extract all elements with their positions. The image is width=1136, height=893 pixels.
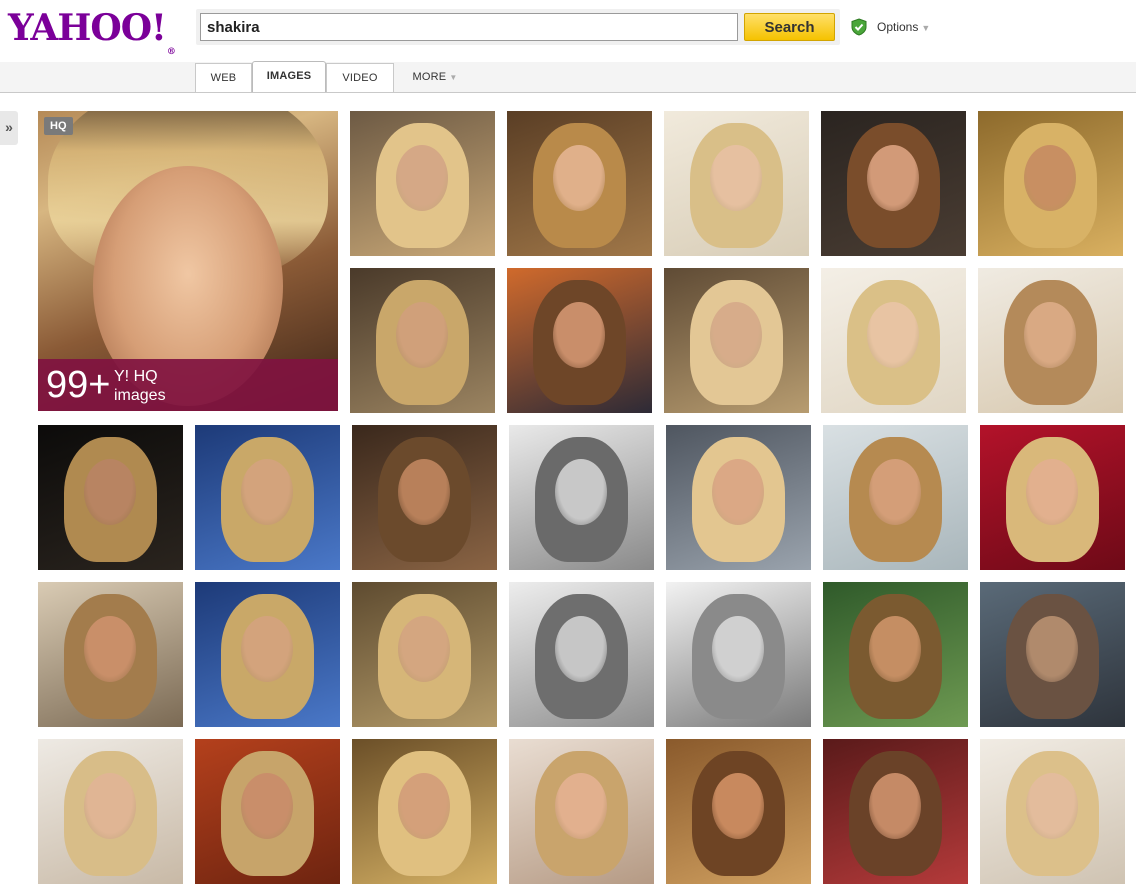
thumbnail-face [398,616,450,682]
image-result-thumbnail[interactable] [980,582,1125,727]
yahoo-logo[interactable]: YAHOO!® [8,7,176,57]
image-result-thumbnail[interactable] [350,111,495,256]
thumbnail-face [869,773,921,839]
tab-images-label: IMAGES [266,70,312,82]
tab-video[interactable]: VIDEO [326,63,394,92]
thumbnail-face [712,459,764,525]
hq-label-line1: Y! HQ [114,368,158,385]
chevron-down-icon: ▼ [921,23,931,33]
thumbnail-face [555,616,607,682]
tab-more-label: MORE [412,71,447,83]
hq-images-tile[interactable]: HQ 99+ Y! HQ images [38,111,338,411]
hq-count: 99+ [46,364,111,406]
image-result-thumbnail[interactable] [507,111,652,256]
image-result-thumbnail[interactable] [38,739,183,884]
thumbnail-face [398,773,450,839]
thumbnail-face [1026,773,1078,839]
tab-web-label: WEB [210,72,237,84]
thumbnail-face [553,145,605,211]
image-result-thumbnail[interactable] [821,111,966,256]
thumbnail-face [553,302,605,368]
thumbnail-face [1024,302,1076,368]
thumbnail-face [710,145,762,211]
image-result-thumbnail[interactable] [352,582,497,727]
search-vertical-tabs: WEB IMAGES VIDEO MORE ▼ [0,61,1136,93]
search-button[interactable]: Search [744,13,835,41]
image-result-thumbnail[interactable] [352,739,497,884]
thumbnail-face [712,616,764,682]
thumbnail-face [1024,145,1076,211]
search-input[interactable] [200,13,738,41]
image-result-thumbnail[interactable] [978,111,1123,256]
thumbnail-face [867,145,919,211]
thumbnail-face [398,459,450,525]
thumbnail-face [712,773,764,839]
image-result-thumbnail[interactable] [823,739,968,884]
thumbnail-face [1026,616,1078,682]
image-result-thumbnail[interactable] [980,739,1125,884]
logo-text: YAHOO! [8,7,167,49]
hq-label-line2: images [114,387,166,404]
image-result-thumbnail[interactable] [509,425,654,570]
safe-search-shield-icon [851,18,867,36]
image-result-thumbnail[interactable] [823,425,968,570]
image-result-thumbnail[interactable] [350,268,495,413]
double-chevron-right-icon: » [5,119,13,135]
image-result-thumbnail[interactable] [195,739,340,884]
tab-more[interactable]: MORE ▼ [402,63,468,92]
image-result-thumbnail[interactable] [666,582,811,727]
image-result-thumbnail[interactable] [352,425,497,570]
image-result-thumbnail[interactable] [38,582,183,727]
options-menu[interactable]: Options ▼ [877,20,930,34]
thumbnail-face [555,773,607,839]
hq-label: Y! HQ images [114,367,166,405]
image-result-thumbnail[interactable] [509,582,654,727]
image-result-thumbnail[interactable] [509,739,654,884]
image-result-thumbnail[interactable] [664,268,809,413]
thumbnail-face [396,302,448,368]
thumbnail-face [241,773,293,839]
thumbnail-face [241,616,293,682]
thumbnail-face [84,616,136,682]
thumbnail-face [867,302,919,368]
image-result-thumbnail[interactable] [666,425,811,570]
thumbnail-face [241,459,293,525]
thumbnail-face [869,616,921,682]
image-result-thumbnail[interactable] [666,739,811,884]
tab-video-label: VIDEO [342,72,378,84]
image-result-thumbnail[interactable] [980,425,1125,570]
thumbnail-face [710,302,762,368]
image-result-thumbnail[interactable] [821,268,966,413]
thumbnail-face [84,773,136,839]
hq-badge: HQ [44,117,73,135]
thumbnail-face [869,459,921,525]
thumbnail-face [84,459,136,525]
sidebar-expand-button[interactable]: » [0,111,18,145]
image-result-thumbnail[interactable] [664,111,809,256]
search-box: Search [196,9,840,45]
image-result-thumbnail[interactable] [195,425,340,570]
tab-images[interactable]: IMAGES [252,61,326,92]
image-result-thumbnail[interactable] [195,582,340,727]
hq-banner: 99+ Y! HQ images [38,359,338,411]
header: YAHOO!® Search Options▼ [0,0,1136,62]
image-result-thumbnail[interactable] [507,268,652,413]
image-result-thumbnail[interactable] [38,425,183,570]
registered-mark: ® [166,47,176,57]
image-result-thumbnail[interactable] [823,582,968,727]
thumbnail-face [396,145,448,211]
options-label: Options [877,20,919,34]
chevron-down-icon: ▼ [449,73,458,82]
image-result-thumbnail[interactable] [978,268,1123,413]
thumbnail-face [1026,459,1078,525]
tab-web[interactable]: WEB [195,63,252,92]
thumbnail-face [555,459,607,525]
